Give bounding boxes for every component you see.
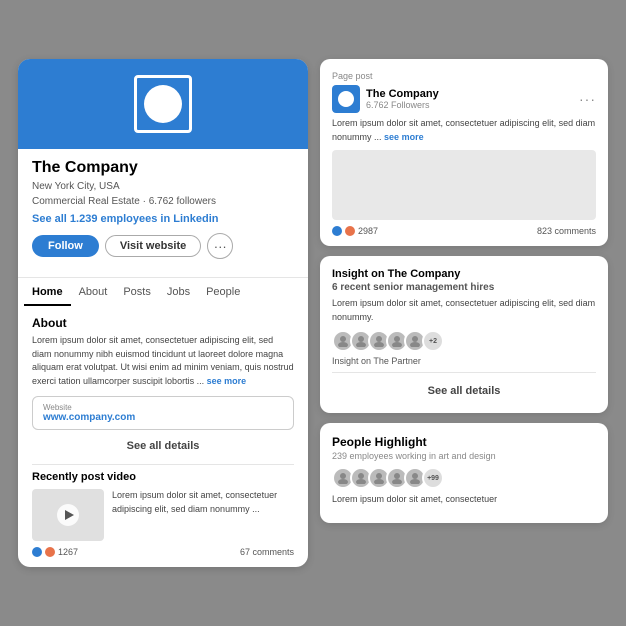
- post-image: [332, 150, 596, 220]
- profile-banner: [18, 59, 308, 149]
- card1-logo-circle: [338, 91, 354, 107]
- tab-about[interactable]: About: [71, 278, 116, 306]
- insight-divider: [332, 372, 596, 373]
- follow-button[interactable]: Follow: [32, 235, 99, 257]
- reaction-dot-blue: [32, 547, 42, 557]
- card1-dot-orange: [345, 226, 355, 236]
- insight-partner-label: Insight on The Partner: [332, 356, 596, 366]
- more-options-button[interactable]: ···: [207, 233, 233, 259]
- employees-link[interactable]: See all 1.239 employees in Linkedin: [32, 213, 294, 225]
- video-thumbnail[interactable]: [32, 489, 104, 541]
- play-icon[interactable]: [57, 504, 79, 526]
- company-name: The Company: [32, 159, 294, 177]
- reaction-count: 1267: [58, 547, 78, 557]
- people-title: People Highlight: [332, 435, 596, 449]
- card1-followers: 6.762 Followers: [366, 100, 439, 110]
- people-highlight-card: People Highlight 239 employees working i…: [320, 423, 608, 523]
- card1-text: Lorem ipsum dolor sit amet, consectetuer…: [332, 117, 596, 144]
- about-title: About: [32, 316, 294, 330]
- card1-company-info: The Company 6.762 Followers: [366, 88, 439, 110]
- profile-info: The Company New York City, USA Commercia…: [18, 149, 308, 277]
- tab-home[interactable]: Home: [24, 278, 71, 306]
- card1-comments-count: 823 comments: [537, 226, 596, 236]
- insight-title: Insight on The Company: [332, 268, 596, 280]
- website-url[interactable]: www.company.com: [43, 412, 283, 423]
- company-location: New York City, USA: [32, 179, 294, 194]
- card1-company-name: The Company: [366, 88, 439, 100]
- about-text: Lorem ipsum dolor sit amet, consectetuer…: [32, 334, 294, 388]
- company-logo: [134, 75, 192, 133]
- video-row: Lorem ipsum dolor sit amet, consectetuer…: [32, 489, 294, 541]
- tab-posts[interactable]: Posts: [115, 278, 159, 306]
- video-text: Lorem ipsum dolor sit amet, consectetuer…: [112, 489, 294, 516]
- avatar-more: +2: [422, 330, 444, 352]
- reaction-dot-orange: [45, 547, 55, 557]
- card1-logo: [332, 85, 360, 113]
- video-section-title: Recently post video: [32, 471, 294, 483]
- insight-subtitle: 6 recent senior management hires: [332, 282, 596, 293]
- insight-see-all[interactable]: See all details: [332, 379, 596, 403]
- left-body: About Lorem ipsum dolor sit amet, consec…: [18, 306, 308, 567]
- card1-reaction-count: 2987: [358, 226, 378, 236]
- company-industry: Commercial Real Estate · 6.762 followers: [32, 194, 294, 209]
- website-label: Website: [43, 403, 283, 412]
- left-panel: The Company New York City, USA Commercia…: [18, 59, 308, 567]
- logo-circle: [144, 85, 182, 123]
- people-avatar-more: +99: [422, 467, 444, 489]
- tab-jobs[interactable]: Jobs: [159, 278, 198, 306]
- card1-dot-blue: [332, 226, 342, 236]
- see-more-link[interactable]: see more: [207, 376, 247, 386]
- play-triangle-icon: [65, 510, 74, 520]
- divider: [32, 464, 294, 465]
- card1-see-more[interactable]: see more: [384, 132, 424, 142]
- people-text: Lorem ipsum dolor sit amet, consectetuer: [332, 493, 596, 507]
- profile-actions: Follow Visit website ···: [32, 233, 294, 259]
- comments-count: 67 comments: [240, 547, 294, 557]
- card1-company-row: The Company 6.762 Followers: [332, 85, 439, 113]
- card1-reactions: 2987: [332, 226, 378, 236]
- card1-more-icon[interactable]: ···: [579, 91, 596, 107]
- reactions: 1267: [32, 547, 78, 557]
- see-all-details-link[interactable]: See all details: [32, 434, 294, 458]
- more-dots-icon: ···: [214, 239, 227, 254]
- people-avatar-row: +99: [332, 467, 596, 489]
- people-subtitle: 239 employees working in art and design: [332, 451, 596, 461]
- video-footer: 1267 67 comments: [32, 547, 294, 557]
- right-panel: Page post The Company 6.762 Followers ··…: [320, 59, 608, 567]
- tab-people[interactable]: People: [198, 278, 248, 306]
- insight-text: Lorem ipsum dolor sit amet, consectetuer…: [332, 297, 596, 324]
- website-box: Website www.company.com: [32, 396, 294, 430]
- insight-card: Insight on The Company 6 recent senior m…: [320, 256, 608, 413]
- page-post-card: Page post The Company 6.762 Followers ··…: [320, 59, 608, 246]
- nav-tabs: Home About Posts Jobs People: [18, 277, 308, 306]
- visit-website-button[interactable]: Visit website: [105, 235, 201, 257]
- card1-footer: 2987 823 comments: [332, 226, 596, 236]
- page-post-tag: Page post: [332, 71, 596, 81]
- card1-header: The Company 6.762 Followers ···: [332, 85, 596, 113]
- insight-avatar-row: +2: [332, 330, 596, 352]
